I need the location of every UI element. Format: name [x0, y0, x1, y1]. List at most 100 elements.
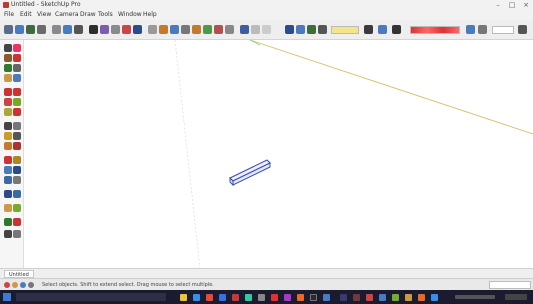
layer-icon[interactable] [318, 25, 327, 34]
new-file-icon[interactable] [15, 25, 24, 34]
redo-icon[interactable] [111, 25, 120, 34]
camera-icon[interactable] [148, 25, 157, 34]
erase-icon[interactable] [89, 25, 98, 34]
eraser-tool-icon[interactable] [13, 44, 21, 52]
zoom-icon[interactable] [181, 25, 190, 34]
help-icon[interactable] [28, 282, 34, 288]
photos-icon[interactable] [245, 294, 252, 301]
iso-view-icon[interactable] [214, 25, 223, 34]
dimension-tool-icon[interactable] [13, 122, 21, 130]
credits-icon[interactable] [12, 282, 18, 288]
toolbar-overflow-icon[interactable] [518, 25, 527, 34]
position-camera-icon[interactable] [13, 190, 21, 198]
sandbox-stamp-icon[interactable] [13, 218, 21, 226]
offset-tool-icon[interactable] [13, 108, 21, 116]
save-icon[interactable] [37, 25, 46, 34]
sandbox-flip-icon[interactable] [13, 230, 21, 238]
zoom-extents-tool-icon[interactable] [4, 176, 12, 184]
sandbox-smoove-icon[interactable] [4, 218, 12, 226]
app-icon-13[interactable] [340, 294, 347, 301]
calculator-icon[interactable] [323, 294, 330, 301]
move-tool-icon[interactable] [13, 88, 21, 96]
circle-tool-icon[interactable] [13, 64, 21, 72]
terminal-icon[interactable] [310, 294, 317, 301]
select-tool-icon[interactable] [4, 44, 12, 52]
sandbox-icon[interactable] [13, 204, 21, 212]
generate-report-icon[interactable] [466, 25, 475, 34]
pan-icon[interactable] [170, 25, 179, 34]
media-icon[interactable] [284, 294, 291, 301]
scale-tool-icon[interactable] [13, 98, 21, 106]
menu-window[interactable]: Window [118, 11, 142, 19]
orbit-icon[interactable] [159, 25, 168, 34]
edge-icon[interactable] [193, 294, 200, 301]
office-icon[interactable] [297, 294, 304, 301]
textured-icon[interactable] [307, 25, 316, 34]
menu-edit[interactable]: Edit [20, 11, 32, 19]
menu-tools[interactable]: Tools [98, 11, 113, 19]
system-tray[interactable] [455, 295, 495, 299]
rotate-tool-icon[interactable] [4, 98, 12, 106]
app-icon-17[interactable] [392, 294, 399, 301]
orbit-tool-icon[interactable] [4, 156, 12, 164]
protractor-icon[interactable] [4, 132, 12, 140]
extension-icon[interactable] [378, 25, 387, 34]
menu-help[interactable]: Help [143, 11, 157, 19]
menu-camera[interactable]: Camera [55, 11, 79, 19]
model-viewport[interactable] [24, 40, 533, 268]
share-model-icon[interactable] [478, 25, 487, 34]
user-icon[interactable] [20, 282, 26, 288]
maximize-button[interactable]: □ [505, 0, 519, 10]
app-icon-16[interactable] [379, 294, 386, 301]
push-pull-icon[interactable] [4, 88, 12, 96]
paste-icon[interactable] [74, 25, 83, 34]
scene-tab[interactable]: Untitled [4, 270, 34, 278]
xray-icon[interactable] [262, 25, 271, 34]
zoom-extents-icon[interactable] [192, 25, 201, 34]
component-bar-object[interactable] [229, 159, 271, 187]
settings-icon[interactable] [258, 294, 265, 301]
copy-icon[interactable] [63, 25, 72, 34]
toolbar-input-box[interactable] [492, 26, 514, 34]
3d-text-icon[interactable] [13, 142, 21, 150]
app-icon-20[interactable] [431, 294, 438, 301]
start-button[interactable] [3, 293, 11, 301]
sandbox-drape-icon[interactable] [4, 230, 12, 238]
front-view-icon[interactable] [240, 25, 249, 34]
ruby-toolbar-strip[interactable] [410, 26, 460, 34]
taskbar-search-box[interactable] [16, 293, 166, 301]
model-info-icon[interactable] [133, 25, 142, 34]
right-view-icon[interactable] [251, 25, 260, 34]
close-button[interactable]: × [519, 0, 533, 10]
axes-tool-icon[interactable] [4, 142, 12, 150]
line-tool-icon[interactable] [13, 54, 21, 62]
follow-me-icon[interactable] [4, 108, 12, 116]
rectangle-tool-icon[interactable] [4, 64, 12, 72]
polygon-tool-icon[interactable] [13, 74, 21, 82]
menu-draw[interactable]: Draw [80, 11, 96, 19]
cut-icon[interactable] [52, 25, 61, 34]
style-icon[interactable] [392, 25, 401, 34]
app-icon-14[interactable] [353, 294, 360, 301]
app-icon-19[interactable] [418, 294, 425, 301]
top-view-icon[interactable] [225, 25, 234, 34]
minimize-button[interactable]: – [491, 0, 505, 10]
arc-tool-icon[interactable] [4, 74, 12, 82]
text-tool-icon[interactable] [13, 132, 21, 140]
zoom-tool-icon[interactable] [4, 166, 12, 174]
menu-view[interactable]: View [37, 11, 51, 19]
undo-icon[interactable] [100, 25, 109, 34]
look-around-icon[interactable] [4, 190, 12, 198]
warehouse-icon[interactable] [364, 25, 373, 34]
drawing-canvas[interactable] [24, 40, 533, 268]
select-icon[interactable] [4, 25, 13, 34]
previous-view-icon[interactable] [203, 25, 212, 34]
app-icon-18[interactable] [405, 294, 412, 301]
shaded-icon[interactable] [296, 25, 305, 34]
zoom-window-icon[interactable] [13, 166, 21, 174]
store-icon[interactable] [232, 294, 239, 301]
print-icon[interactable] [122, 25, 131, 34]
walk-icon[interactable] [13, 176, 21, 184]
mail-icon[interactable] [219, 294, 226, 301]
section-plane-icon[interactable] [4, 204, 12, 212]
